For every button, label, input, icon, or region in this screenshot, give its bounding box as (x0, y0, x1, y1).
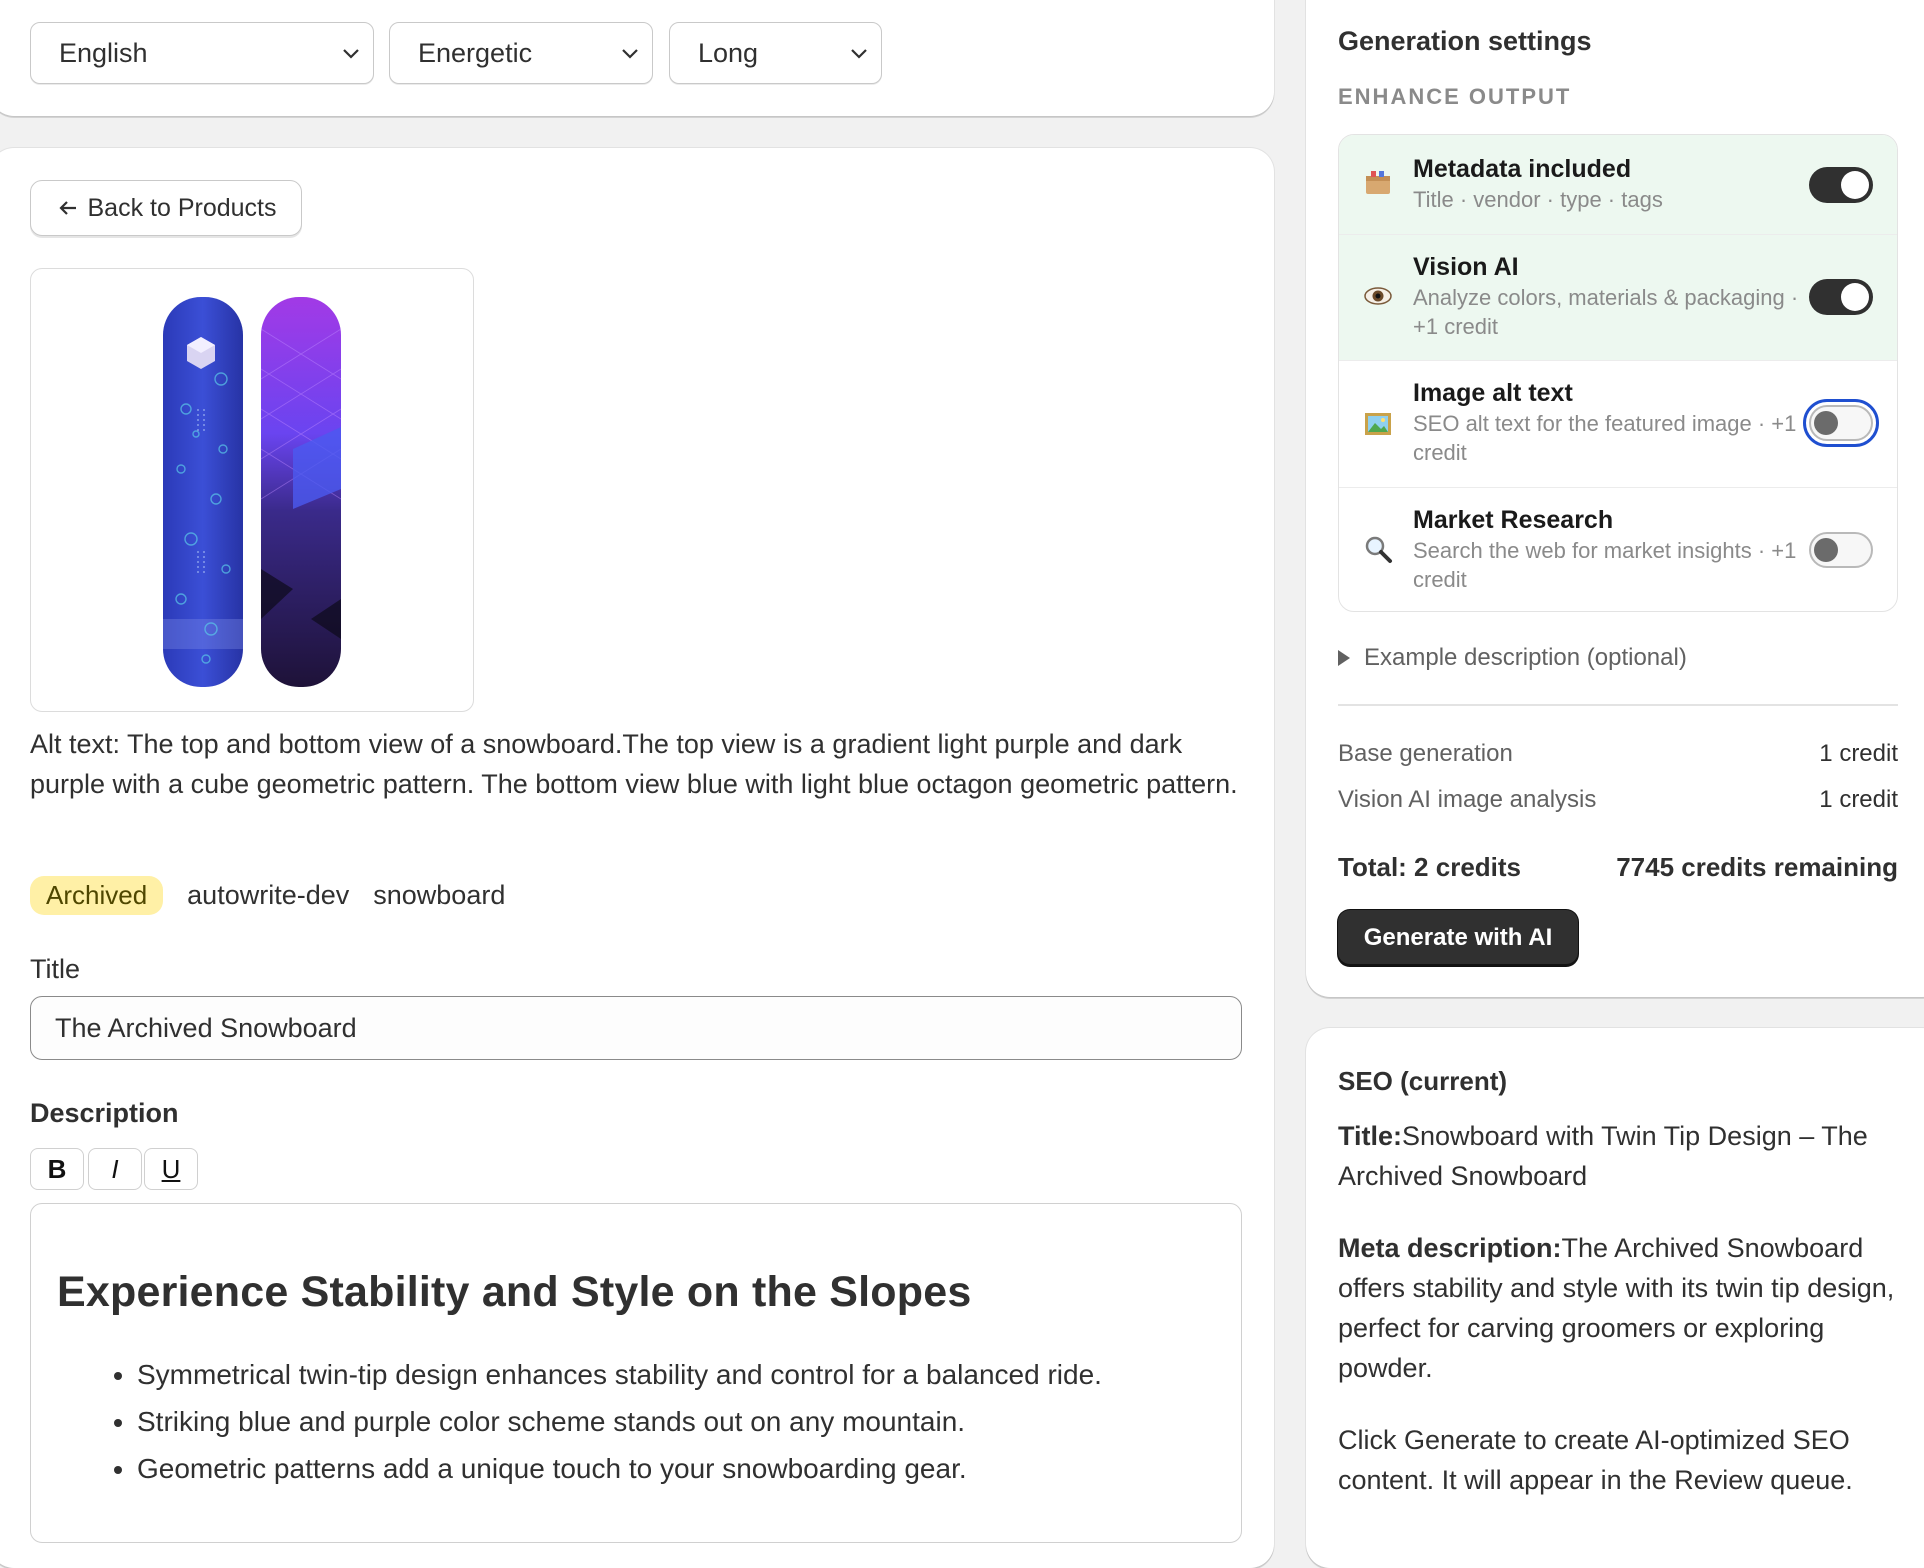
list-item: Striking blue and purple color scheme st… (137, 1398, 1215, 1445)
enhance-options-list: Metadata included Title · vendor · type … (1338, 134, 1898, 612)
option-image-alt-text[interactable]: Image alt text SEO alt text for the feat… (1339, 361, 1897, 488)
product-image (30, 268, 474, 712)
description-label: Description (30, 1098, 179, 1128)
status-badge: Archived (30, 876, 164, 915)
arrow-left-icon (58, 201, 76, 215)
option-market-research[interactable]: Market Research Search the web for marke… (1339, 488, 1897, 611)
picture-icon (1365, 413, 1391, 435)
credits-remaining: 7745 credits remaining (1616, 852, 1898, 882)
cost-row: Base generation 1 credit (1338, 740, 1898, 768)
magnifier-icon (1365, 536, 1392, 563)
seo-meta-label: Meta description: (1338, 1233, 1562, 1263)
seo-title-block: Title:Snowboard with Twin Tip Design – T… (1338, 1116, 1898, 1196)
total-credits: Total: 2 credits (1338, 852, 1522, 882)
example-description-label: Example description (optional) (1364, 644, 1687, 671)
option-subtitle: Analyze colors, materials & packaging · … (1413, 285, 1799, 339)
italic-button[interactable]: I (88, 1148, 142, 1190)
option-title: Metadata included (1413, 155, 1632, 183)
chevron-down-icon (343, 49, 359, 59)
eye-icon (1364, 287, 1392, 305)
seo-hint: Click Generate to create AI-optimized SE… (1338, 1425, 1853, 1495)
image-alt-text: Alt text: The top and bottom view of a s… (30, 729, 1238, 799)
bold-button[interactable]: B (30, 1148, 84, 1190)
language-select[interactable]: English (30, 22, 374, 84)
tag-item: autowrite-dev (187, 880, 350, 910)
metadata-toggle[interactable] (1809, 167, 1873, 203)
underline-button[interactable]: U (144, 1148, 198, 1190)
example-description-toggle[interactable]: Example description (optional) (1338, 644, 1687, 672)
market-research-toggle[interactable] (1809, 532, 1873, 568)
list-item: Geometric patterns add a unique touch to… (137, 1445, 1215, 1492)
tag-item: snowboard (373, 880, 506, 910)
vision-ai-toggle[interactable] (1809, 279, 1873, 315)
box-icon (1366, 171, 1390, 194)
option-subtitle: Search the web for market insights · +1 … (1413, 538, 1797, 592)
seo-card-title: SEO (current) (1338, 1066, 1508, 1096)
option-subtitle: SEO alt text for the featured image · +1… (1413, 411, 1797, 465)
tone-select[interactable]: Energetic (389, 22, 653, 84)
language-value: English (59, 37, 148, 68)
cost-value: 1 credit (1819, 740, 1898, 767)
cost-value: 1 credit (1819, 786, 1898, 813)
product-tags: Archived autowrite-dev snowboard (30, 876, 505, 915)
disclosure-triangle-icon (1338, 650, 1350, 666)
chevron-down-icon (622, 49, 638, 59)
back-label: Back to Products (87, 193, 277, 222)
total-row: Total: 2 credits 7745 credits remaining (1338, 852, 1898, 883)
title-input[interactable] (30, 996, 1242, 1060)
panel-title: Generation settings (1338, 26, 1592, 56)
image-alt-text-toggle[interactable] (1803, 399, 1879, 447)
section-heading: ENHANCE OUTPUT (1338, 84, 1572, 109)
snowboard-image (163, 297, 342, 687)
title-label: Title (30, 954, 81, 984)
seo-title-label: Title: (1338, 1121, 1403, 1151)
divider (1338, 704, 1898, 706)
chevron-down-icon (851, 49, 867, 59)
list-item: Symmetrical twin-tip design enhances sta… (137, 1351, 1215, 1398)
cost-row: Vision AI image analysis 1 credit (1338, 786, 1898, 814)
generate-with-ai-button[interactable]: Generate with AI (1338, 910, 1578, 966)
description-heading: Experience Stability and Style on the Sl… (57, 1268, 972, 1316)
back-to-products-button[interactable]: Back to Products (30, 180, 302, 236)
description-editor[interactable]: Experience Stability and Style on the Sl… (30, 1203, 1242, 1543)
seo-title-value: Snowboard with Twin Tip Design – The Arc… (1338, 1121, 1868, 1191)
option-title: Market Research (1413, 506, 1614, 534)
tone-value: Energetic (418, 37, 533, 68)
option-metadata[interactable]: Metadata included Title · vendor · type … (1339, 135, 1897, 235)
seo-meta-block: Meta description:The Archived Snowboard … (1338, 1228, 1898, 1388)
cost-label: Base generation (1338, 740, 1513, 767)
option-title: Vision AI (1413, 253, 1519, 281)
option-subtitle: Title · vendor · type · tags (1413, 187, 1663, 212)
option-title: Image alt text (1413, 379, 1573, 407)
cost-label: Vision AI image analysis (1338, 786, 1597, 813)
length-value: Long (698, 37, 759, 68)
description-bullets: Symmetrical twin-tip design enhances sta… (57, 1351, 1215, 1492)
length-select[interactable]: Long (669, 22, 882, 84)
option-vision-ai[interactable]: Vision AI Analyze colors, materials & pa… (1339, 235, 1897, 361)
